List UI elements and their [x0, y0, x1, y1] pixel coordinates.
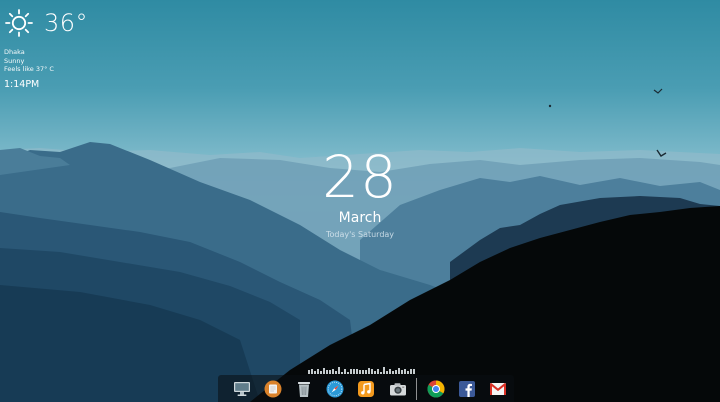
visualizer-bar	[347, 372, 349, 374]
chrome-browser-icon	[427, 380, 445, 397]
visualizer-bar	[395, 370, 397, 374]
visualizer-bar	[383, 367, 385, 374]
visualizer-bar	[341, 372, 343, 374]
dock-item-gmail[interactable]	[483, 375, 514, 402]
visualizer-bar	[323, 368, 325, 374]
desktop: 36° Dhaka Sunny Feels like 37° C 1:14PM …	[0, 0, 720, 402]
visualizer-bar	[368, 368, 370, 374]
clock-time: 1:14PM	[4, 78, 40, 90]
temperature: 36°	[44, 9, 89, 37]
visualizer-bar	[407, 371, 409, 374]
gmail-icon	[490, 382, 507, 395]
visualizer-bar	[410, 369, 412, 374]
visualizer-bar	[335, 371, 337, 374]
dock-item-facebook[interactable]	[452, 375, 483, 402]
dock-item-safari[interactable]	[320, 375, 351, 402]
desktop-monitor-icon	[233, 381, 250, 396]
dock-item-camera[interactable]	[382, 375, 413, 402]
sun-icon	[5, 9, 33, 37]
audio-visualizer	[308, 366, 420, 374]
visualizer-bar	[308, 370, 310, 374]
dock-item-desktop[interactable]	[226, 375, 257, 402]
visualizer-bar	[359, 370, 361, 374]
visualizer-bar	[404, 369, 406, 374]
dock-item-notes[interactable]	[257, 375, 288, 402]
visualizer-bar	[371, 369, 373, 374]
visualizer-bar	[317, 369, 319, 374]
visualizer-bar	[338, 367, 340, 374]
day-number: 28	[322, 143, 398, 211]
visualizer-bar	[401, 370, 403, 374]
dock-item-music[interactable]	[351, 375, 382, 402]
visualizer-bar	[356, 369, 358, 374]
dock-separator	[416, 377, 418, 400]
visualizer-bar	[377, 369, 379, 374]
visualizer-bar	[344, 369, 346, 374]
music-app-icon	[358, 380, 375, 397]
facebook-icon	[459, 380, 476, 397]
dock-item-trash[interactable]	[288, 375, 319, 402]
visualizer-bar	[311, 369, 313, 374]
visualizer-bar	[398, 368, 400, 374]
visualizer-bar	[350, 369, 352, 374]
visualizer-bar	[314, 371, 316, 374]
trash-icon	[298, 381, 311, 397]
camera-app-icon	[389, 382, 406, 395]
weekday-text: Today's Saturday	[325, 230, 395, 239]
visualizer-bar	[332, 369, 334, 374]
dock	[218, 375, 514, 402]
city-name: Dhaka	[4, 48, 25, 56]
visualizer-bar	[320, 371, 322, 374]
visualizer-bar	[386, 371, 388, 374]
visualizer-bar	[353, 369, 355, 374]
visualizer-bar	[389, 369, 391, 374]
safari-browser-icon	[326, 380, 344, 397]
visualizer-bar	[329, 370, 331, 374]
visualizer-bar	[362, 370, 364, 374]
visualizer-bar	[380, 372, 382, 374]
dock-item-chrome[interactable]	[420, 375, 451, 402]
visualizer-bar	[392, 371, 394, 374]
feels-like: Feels like 37° C	[4, 65, 54, 73]
weather-widget: 36° Dhaka Sunny Feels like 37° C 1:14PM	[4, 8, 88, 90]
visualizer-bar	[374, 371, 376, 374]
date-widget: 28 March Today's Saturday	[0, 146, 720, 239]
visualizer-bar	[413, 369, 415, 374]
weather-condition: Sunny	[4, 56, 25, 65]
month-name: March	[338, 210, 382, 226]
notes-app-icon	[264, 380, 282, 397]
visualizer-bar	[365, 370, 367, 374]
visualizer-bar	[326, 370, 328, 374]
